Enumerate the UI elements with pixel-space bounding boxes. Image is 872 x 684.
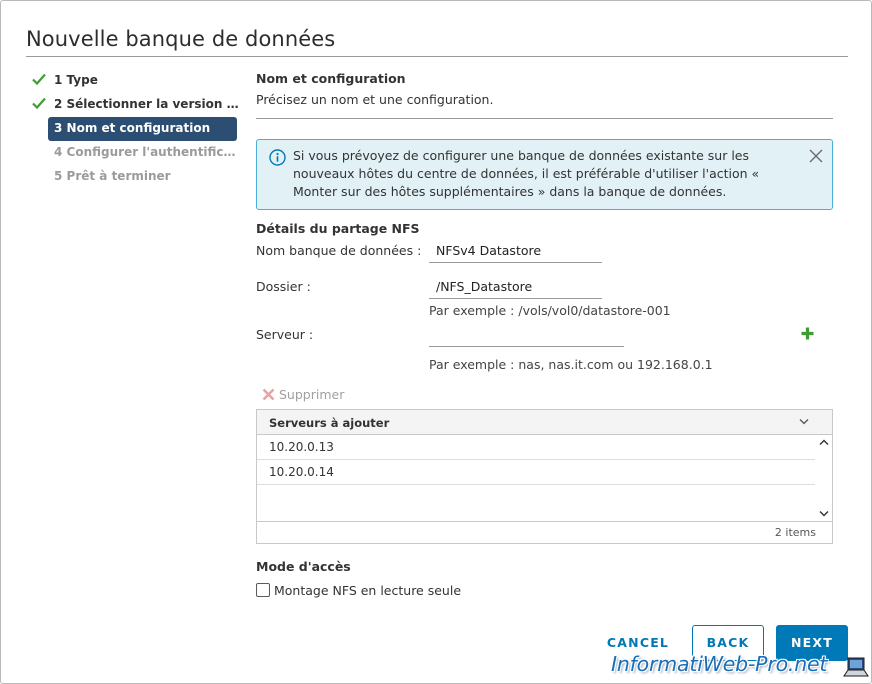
datastore-name-label: Nom banque de données : (256, 243, 422, 258)
grid-scrollbar[interactable] (816, 435, 832, 521)
readonly-label[interactable]: Montage NFS en lecture seule (274, 583, 461, 598)
grid-footer: 2 items (257, 521, 832, 543)
info-icon (269, 149, 286, 166)
section-divider (256, 118, 833, 119)
step-label: 5 Prêt à terminer (54, 169, 171, 183)
servers-grid: Serveurs à ajouter 10.20.0.13 10.20.0.14… (256, 409, 833, 544)
folder-hint: Par exemple : /vols/vol0/datastore-001 (429, 303, 671, 318)
folder-label: Dossier : (256, 279, 311, 294)
table-row[interactable]: 10.20.0.13 (257, 435, 815, 460)
checkmark-icon (32, 97, 46, 109)
add-server-icon[interactable] (800, 326, 815, 341)
delete-icon (262, 388, 275, 401)
datastore-name-input[interactable] (429, 239, 602, 263)
access-mode-heading: Mode d'accès (256, 559, 351, 574)
section-title: Nom et configuration (256, 71, 406, 86)
new-datastore-dialog: Nouvelle banque de données 1 Type 2 Séle… (0, 0, 872, 684)
checkmark-icon (32, 73, 46, 85)
server-label: Serveur : (256, 327, 314, 342)
step-label: 1 Type (54, 73, 98, 87)
delete-label: Supprimer (279, 387, 345, 402)
server-hint: Par exemple : nas, nas.it.com ou 192.168… (429, 357, 713, 372)
info-alert: Si vous prévoyez de configurer une banqu… (256, 139, 833, 210)
scroll-up-icon[interactable] (819, 439, 829, 446)
folder-input[interactable] (429, 275, 602, 299)
server-input[interactable] (429, 323, 624, 347)
step-select-nfs-version[interactable]: 2 Sélectionner la version N... (31, 93, 241, 117)
scroll-down-icon[interactable] (819, 510, 829, 517)
readonly-checkbox[interactable] (256, 583, 270, 597)
close-icon[interactable] (809, 149, 823, 163)
chevron-down-icon[interactable] (799, 418, 809, 425)
step-type[interactable]: 1 Type (31, 69, 241, 93)
dialog-title: Nouvelle banque de données (26, 27, 336, 51)
section-subtitle: Précisez un nom et une configuration. (256, 92, 494, 107)
section-header: Nom et configuration Précisez un nom et … (256, 71, 834, 119)
step-label: 4 Configurer l'authentificat... (54, 145, 241, 159)
alert-text: Si vous prévoyez de configurer une banqu… (293, 148, 760, 199)
delete-server-button[interactable]: Supprimer (262, 387, 344, 402)
grid-header[interactable]: Serveurs à ajouter (257, 410, 832, 435)
wizard-steps: 1 Type 2 Sélectionner la version N... 3 … (31, 69, 241, 189)
step-ready-to-complete: 5 Prêt à terminer (31, 165, 241, 189)
step-name-and-configuration[interactable]: 3 Nom et configuration (48, 117, 237, 141)
column-header-servers: Serveurs à ajouter (269, 416, 390, 430)
title-divider (26, 56, 848, 57)
step-label: 3 Nom et configuration (54, 121, 211, 135)
laptop-logo-icon (843, 657, 869, 677)
watermark: InformatiWeb-Pro.net (611, 652, 828, 676)
step-configure-authentication: 4 Configurer l'authentificat... (31, 141, 241, 165)
step-label: 2 Sélectionner la version N... (54, 97, 241, 111)
item-count: 2 items (774, 526, 816, 539)
table-row[interactable]: 10.20.0.14 (257, 460, 815, 485)
nfs-details-heading: Détails du partage NFS (256, 221, 420, 236)
